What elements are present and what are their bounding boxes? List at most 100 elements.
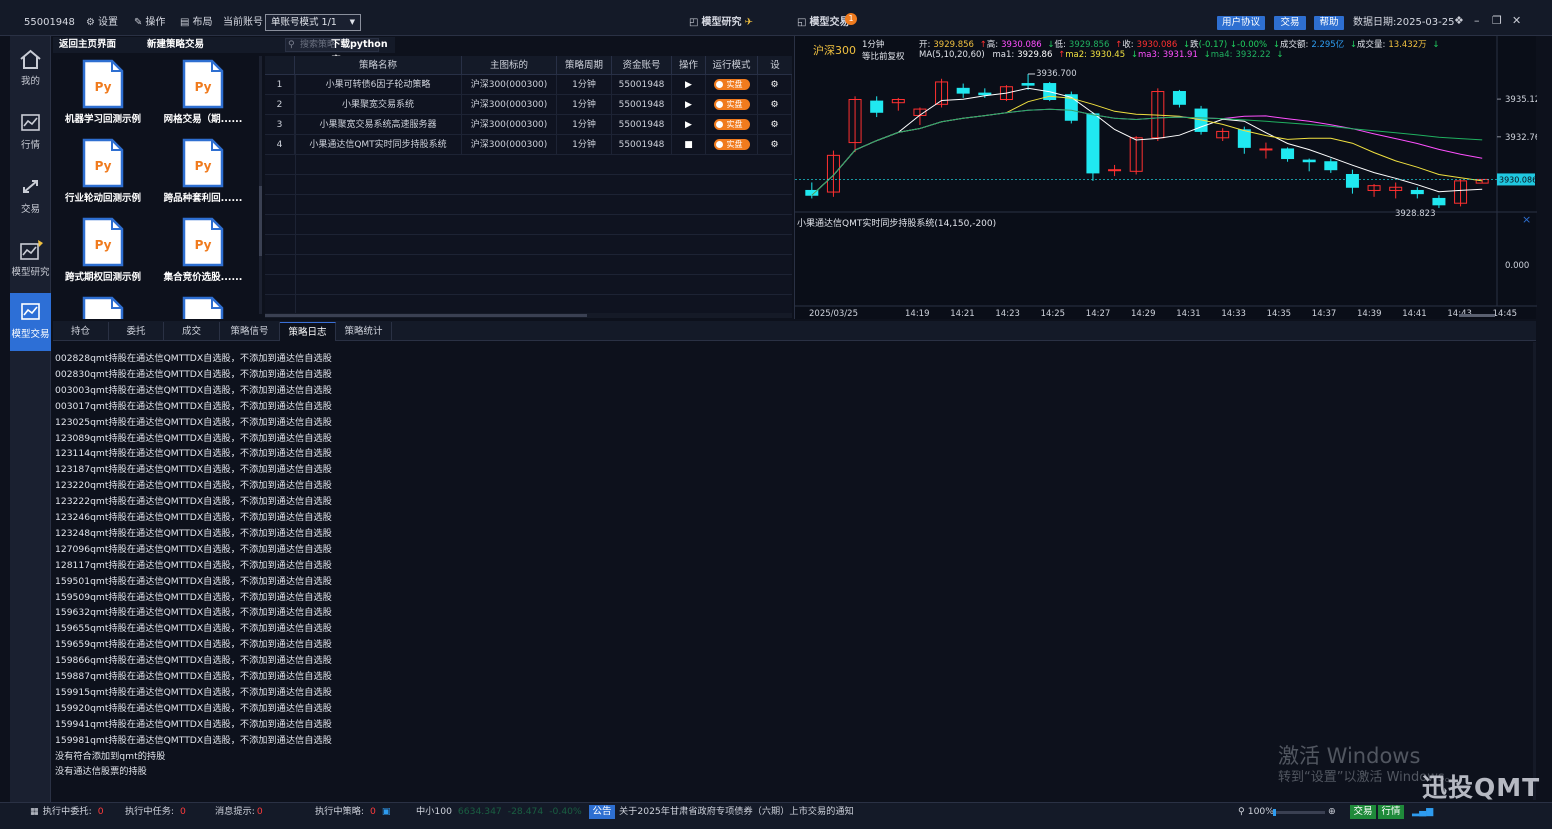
trade-button[interactable]: 交易: [1274, 16, 1306, 30]
run-stop-button[interactable]: ▶: [672, 95, 706, 115]
run-stop-button[interactable]: ▶: [672, 75, 706, 95]
table-row[interactable]: 3 小果聚宽交易系统高速服务器 沪深300(000300) 1分钟 55001948 ▶ 实…: [265, 115, 792, 135]
candle-body[interactable]: [956, 87, 970, 94]
candle-body[interactable]: [1432, 197, 1446, 206]
col-run-mode[interactable]: 运行模式: [706, 56, 758, 75]
gear-icon[interactable]: ⚙: [758, 75, 792, 95]
layout-menu[interactable]: ▤ 布局: [180, 0, 212, 36]
col-settings[interactable]: 设: [758, 56, 792, 75]
candle-body[interactable]: [1410, 189, 1424, 195]
message-status[interactable]: 消息提示: 0: [215, 803, 263, 821]
user-agreement-button[interactable]: 用户协议: [1217, 16, 1265, 30]
run-mode-toggle[interactable]: 实盘: [706, 115, 758, 135]
strategy-tile[interactable]: Py 行业轮动回测示例: [53, 134, 153, 212]
tab-download-python[interactable]: 下载python库: [331, 37, 395, 66]
log-scrollbar[interactable]: [1533, 342, 1536, 800]
gear-icon[interactable]: ⚙: [758, 115, 792, 135]
model-research-tab[interactable]: ◰ 模型研究 ✈: [689, 0, 753, 36]
tab-orders[interactable]: 委托: [109, 322, 164, 341]
chart-canvas[interactable]: 3935.125 3932.762 3936.700 3928.823 3930.086…: [795, 36, 1537, 319]
restore-icon[interactable]: ❐: [1492, 14, 1502, 27]
gear-icon[interactable]: ⚙: [758, 95, 792, 115]
table-row[interactable]: 1 小果可转债6因子轮动策略 沪深300(000300) 1分钟 55001948 ▶ 实盘…: [265, 75, 792, 95]
scrollbar-thumb[interactable]: [265, 314, 587, 317]
scrollbar-thumb[interactable]: [259, 186, 262, 256]
zoom-slider[interactable]: [1273, 809, 1325, 816]
candle-body[interactable]: [1021, 83, 1035, 86]
candle-body[interactable]: [1345, 173, 1359, 188]
strategy-tile[interactable]: [153, 292, 253, 319]
tab-new-strategy[interactable]: 新建策略交易: [147, 37, 204, 53]
status-quote-button[interactable]: 行情: [1378, 805, 1404, 819]
account-mode-select[interactable]: 单账号模式 1/1 ▼: [265, 14, 361, 31]
candle-body[interactable]: [978, 92, 992, 96]
sidebar-item-trade[interactable]: 交易: [10, 168, 51, 226]
strategy-tile[interactable]: [53, 292, 153, 319]
notice-text[interactable]: 关于2025年甘肃省政府专项债券（六期）上市交易的通知: [619, 803, 854, 821]
zoom-in-icon[interactable]: ⊕: [1328, 803, 1336, 821]
tab-strategy-signal[interactable]: 策略信号: [220, 322, 280, 341]
zoom-control[interactable]: ⚲ 100%: [1238, 803, 1274, 821]
close-indicator-icon[interactable]: ×: [1522, 213, 1531, 226]
kline-chart[interactable]: 3935.125 3932.762 3936.700 3928.823 3930.086…: [794, 36, 1537, 319]
help-button[interactable]: 帮助: [1314, 16, 1344, 30]
model-trade-tab[interactable]: ◱ 模型交易: [797, 0, 849, 36]
tab-fills[interactable]: 成交: [164, 322, 220, 341]
exec-orders-status[interactable]: ▦ 执行中委托: 0: [30, 803, 104, 821]
zoom-out-icon[interactable]: ⚲: [1238, 806, 1245, 817]
settings-menu[interactable]: ⚙ 设置: [86, 0, 118, 36]
exec-strategies-status[interactable]: 执行中策略: 0 ▣: [315, 803, 391, 821]
sidebar-item-quotes[interactable]: 行情: [10, 104, 51, 162]
tab-positions[interactable]: 持仓: [53, 322, 109, 341]
sidebar-item-model-research[interactable]: 模型研究: [10, 231, 51, 289]
strategy-tile[interactable]: Py 集合竞价选股......: [153, 213, 253, 291]
index-ticker[interactable]: 中小100 6634.347 -28.474 -0.40%: [416, 803, 582, 821]
tab-back-home[interactable]: 返回主页界面: [59, 37, 116, 53]
tile-scrollbar[interactable]: [259, 56, 262, 314]
col-main-symbol[interactable]: 主图标的: [462, 56, 557, 75]
candle-body[interactable]: [1108, 169, 1122, 172]
sidebar-item-model-trade[interactable]: 模型交易: [10, 293, 51, 351]
table-horizontal-scrollbar[interactable]: [265, 313, 792, 318]
toggle-switch[interactable]: 实盘: [713, 119, 750, 130]
strategy-tile[interactable]: Py 跨式期权回测示例: [53, 213, 153, 291]
tab-strategy-log[interactable]: 策略日志: [280, 322, 336, 341]
col-account[interactable]: 资金账号: [612, 56, 672, 75]
candle-body[interactable]: [1237, 129, 1251, 148]
candle-body[interactable]: [1324, 161, 1338, 171]
gear-icon[interactable]: ⚙: [758, 135, 792, 155]
col-strategy-name[interactable]: 策略名称: [295, 56, 462, 75]
col-period[interactable]: 策略周期: [557, 56, 612, 75]
col-operate[interactable]: 操作: [672, 56, 706, 75]
tab-strategy-stats[interactable]: 策略统计: [336, 322, 392, 341]
strategy-tile[interactable]: Py 网格交易（期......: [153, 55, 253, 133]
strategy-tile[interactable]: Py 跨品种套利回......: [153, 134, 253, 212]
run-stop-button[interactable]: ■: [672, 135, 706, 155]
change-pct: -0.00%: [1237, 40, 1268, 50]
run-mode-toggle[interactable]: 实盘: [706, 75, 758, 95]
candle-body[interactable]: [1172, 91, 1186, 105]
close-icon[interactable]: ✕: [1512, 14, 1521, 27]
candle-body[interactable]: [1259, 148, 1273, 151]
table-row[interactable]: 2 小果聚宽交易系统 沪深300(000300) 1分钟 55001948 ▶ 实盘 ⚙: [265, 95, 792, 115]
exec-tasks-status[interactable]: 执行中任务: 0: [125, 803, 186, 821]
time-scroll-thumb[interactable]: [1459, 314, 1495, 317]
run-mode-toggle[interactable]: 实盘: [706, 95, 758, 115]
candle-body[interactable]: [1086, 113, 1100, 174]
zoom-slider-thumb[interactable]: [1273, 809, 1276, 816]
table-row[interactable]: 4 小果通达信QMT实时同步持股系统 沪深300(000300) 1分钟 5500194…: [265, 135, 792, 155]
strategy-tile[interactable]: Py 机器学习回测示例: [53, 55, 153, 133]
operate-menu[interactable]: ✎ 操作: [134, 0, 165, 36]
status-trade-button[interactable]: 交易: [1350, 805, 1376, 819]
minimize-icon[interactable]: –: [1474, 14, 1480, 27]
toggle-switch[interactable]: 实盘: [713, 139, 750, 150]
sidebar-item-mine[interactable]: 我的: [10, 40, 51, 98]
candle-body[interactable]: [1281, 148, 1295, 160]
run-mode-toggle[interactable]: 实盘: [706, 135, 758, 155]
skin-icon[interactable]: ❖: [1454, 14, 1464, 27]
toggle-switch[interactable]: 实盘: [713, 79, 750, 90]
candle-body[interactable]: [870, 100, 884, 113]
toggle-switch[interactable]: 实盘: [713, 99, 750, 110]
candle-body[interactable]: [1302, 159, 1316, 163]
run-stop-button[interactable]: ▶: [672, 115, 706, 135]
